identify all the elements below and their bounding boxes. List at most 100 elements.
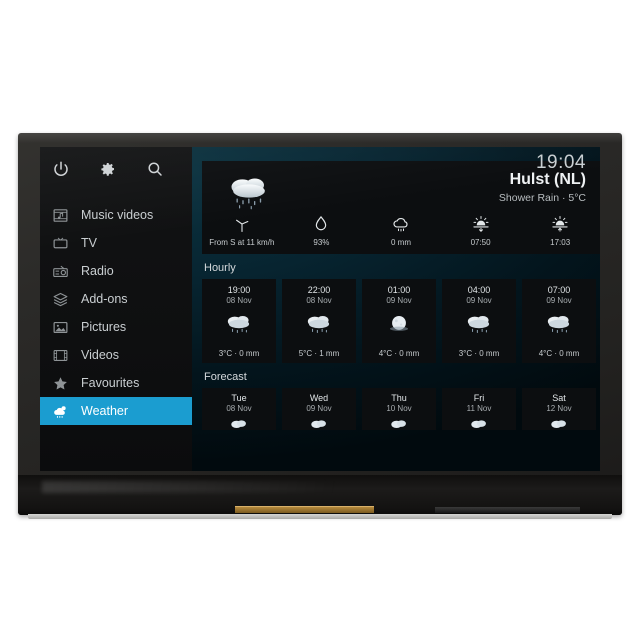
monitor-frame: 19:04 Music videos TV Radio Add-ons Pict… xyxy=(18,133,622,519)
star-icon xyxy=(52,375,69,392)
sidebar-item-label: Pictures xyxy=(81,320,127,334)
sidebar-item-videos[interactable]: Videos xyxy=(40,341,192,369)
forecast-date: 08 Nov xyxy=(226,404,252,413)
bottom-bezel xyxy=(18,475,622,515)
wind-turbine-icon xyxy=(232,214,252,234)
pictures-icon xyxy=(52,319,69,336)
shower-rain-icon xyxy=(462,316,496,341)
sidebar-item-favourites[interactable]: Favourites xyxy=(40,369,192,397)
forecast-row[interactable]: Tue 08 Nov Wed 09 Nov Thu 10 Nov Fri 11 … xyxy=(202,388,600,430)
hourly-time: 07:00 xyxy=(547,285,571,295)
hourly-date: 09 Nov xyxy=(466,296,492,305)
hourly-time: 01:00 xyxy=(387,285,411,295)
sidebar-item-weather[interactable]: Weather xyxy=(40,397,192,425)
radio-icon xyxy=(52,263,69,280)
stat-value: From S at 11 km/h xyxy=(209,238,275,247)
forecast-card[interactable]: Fri 11 Nov xyxy=(442,388,516,430)
forecast-date: 09 Nov xyxy=(306,404,332,413)
bezel-gloss xyxy=(42,481,465,493)
sidebar-item-label: Radio xyxy=(81,264,114,278)
forecast-title: Forecast xyxy=(204,371,247,383)
shower-rain-icon xyxy=(222,316,256,341)
hourly-card[interactable]: 04:00 09 Nov 3°C · 0 mm xyxy=(442,279,516,363)
sidebar-item-pictures[interactable]: Pictures xyxy=(40,313,192,341)
tv-icon xyxy=(52,235,69,252)
location-block: Hulst (NL) Shower Rain · 5°C xyxy=(499,169,586,204)
sidebar-item-label: Music videos xyxy=(81,208,154,222)
humidity-drop-icon xyxy=(311,214,331,234)
ribbon-cable-left xyxy=(235,506,375,513)
sunrise-icon xyxy=(471,214,491,234)
stat-value: 07:50 xyxy=(470,238,491,247)
forecast-date: 12 Nov xyxy=(546,404,572,413)
hourly-value: 3°C · 0 mm xyxy=(458,349,500,358)
stat-value: 0 mm xyxy=(390,238,411,247)
sunset-icon xyxy=(550,214,570,234)
hourly-time: 22:00 xyxy=(307,285,331,295)
sidebar-item-label: TV xyxy=(81,236,97,250)
sidebar-item-label: Weather xyxy=(81,404,129,418)
monitor-base-lip xyxy=(28,514,612,519)
search-icon[interactable] xyxy=(146,160,164,178)
hourly-value: 4°C · 0 mm xyxy=(378,349,420,358)
music-videos-icon xyxy=(52,207,69,224)
screen: 19:04 Music videos TV Radio Add-ons Pict… xyxy=(40,147,600,471)
forecast-day: Fri xyxy=(473,393,485,403)
hourly-title: Hourly xyxy=(204,262,236,274)
forecast-day: Tue xyxy=(231,393,247,403)
addons-icon xyxy=(52,291,69,308)
forecast-date: 10 Nov xyxy=(386,404,412,413)
hourly-card[interactable]: 07:00 09 Nov 4°C · 0 mm xyxy=(522,279,596,363)
stat-precipitation: 0 mm xyxy=(361,214,441,248)
hourly-date: 09 Nov xyxy=(386,296,412,305)
forecast-card[interactable]: Tue 08 Nov xyxy=(202,388,276,430)
hourly-row[interactable]: 19:00 08 Nov 3°C · 0 mm 22:00 08 Nov 5°C… xyxy=(202,279,600,363)
forecast-card[interactable]: Wed 09 Nov xyxy=(282,388,356,430)
shower-rain-icon xyxy=(302,316,336,341)
forecast-card[interactable]: Sat 12 Nov xyxy=(522,388,596,430)
bezel-highlight xyxy=(18,133,622,143)
sidebar-item-music-videos[interactable]: Music videos xyxy=(40,201,192,229)
shower-rain-icon xyxy=(386,420,412,430)
clock: 19:04 xyxy=(535,152,586,173)
ribbon-cable-right xyxy=(434,507,580,513)
shower-rain-icon xyxy=(542,316,576,341)
hourly-card[interactable]: 01:00 09 Nov 4°C · 0 mm xyxy=(362,279,436,363)
stat-wind: From S at 11 km/h xyxy=(202,214,282,248)
forecast-card[interactable]: Thu 10 Nov xyxy=(362,388,436,430)
hourly-time: 04:00 xyxy=(467,285,491,295)
forecast-day: Thu xyxy=(391,393,407,403)
shower-rain-icon xyxy=(226,420,252,430)
stat-value: 17:03 xyxy=(550,238,571,247)
hourly-value: 5°C · 1 mm xyxy=(298,349,340,358)
weather-panel: Hulst (NL) Shower Rain · 5°C From S at 1… xyxy=(192,147,600,471)
forecast-date: 11 Nov xyxy=(466,404,492,413)
sidebar-item-add-ons[interactable]: Add-ons xyxy=(40,285,192,313)
settings-icon[interactable] xyxy=(99,160,117,178)
hourly-card[interactable]: 19:00 08 Nov 3°C · 0 mm xyxy=(202,279,276,363)
hourly-card[interactable]: 22:00 08 Nov 5°C · 1 mm xyxy=(282,279,356,363)
shower-rain-icon xyxy=(306,420,332,430)
sidebar-menu: Music videos TV Radio Add-ons Pictures V… xyxy=(40,201,192,425)
current-stats: From S at 11 km/h 93% 0 mm 07:50 17:03 xyxy=(202,214,600,248)
sidebar-item-tv[interactable]: TV xyxy=(40,229,192,257)
sidebar: Music videos TV Radio Add-ons Pictures V… xyxy=(40,147,192,471)
condition-summary: Shower Rain · 5°C xyxy=(498,192,586,204)
sidebar-item-radio[interactable]: Radio xyxy=(40,257,192,285)
shower-rain-icon xyxy=(214,169,276,216)
stat-value: 93% xyxy=(313,238,330,247)
shower-rain-icon xyxy=(466,420,492,430)
hourly-value: 3°C · 0 mm xyxy=(218,349,260,358)
clear-night-icon xyxy=(382,316,416,341)
power-icon[interactable] xyxy=(52,160,70,178)
stat-sunset: 17:03 xyxy=(520,214,600,248)
hourly-time: 19:00 xyxy=(227,285,251,295)
current-conditions-top: Hulst (NL) Shower Rain · 5°C xyxy=(214,169,586,216)
weather-icon xyxy=(52,403,69,420)
forecast-day: Wed xyxy=(309,393,329,403)
stat-sunrise: 07:50 xyxy=(441,214,521,248)
videos-icon xyxy=(52,347,69,364)
current-conditions-card[interactable]: Hulst (NL) Shower Rain · 5°C From S at 1… xyxy=(202,161,600,254)
sidebar-toolbar xyxy=(40,147,192,191)
hourly-date: 08 Nov xyxy=(306,296,332,305)
